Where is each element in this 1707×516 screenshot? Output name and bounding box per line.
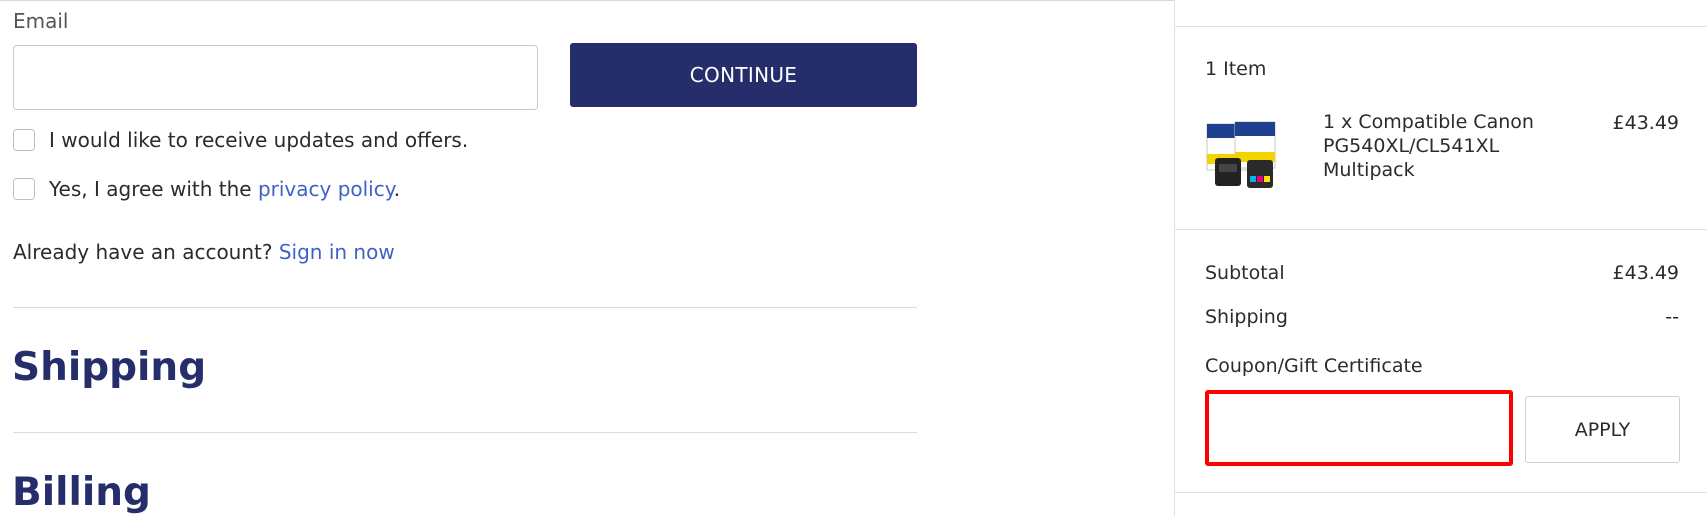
shipping-row: Shipping -- bbox=[1205, 306, 1679, 328]
coupon-label: Coupon/Gift Certificate bbox=[1205, 355, 1423, 377]
shipping-heading: Shipping bbox=[12, 345, 207, 390]
sign-in-link[interactable]: Sign in now bbox=[279, 240, 395, 264]
privacy-label: Yes, I agree with the privacy policy. bbox=[49, 177, 400, 201]
account-prefix: Already have an account? bbox=[13, 240, 279, 264]
items-count: 1 Item bbox=[1205, 58, 1267, 80]
updates-checkbox[interactable] bbox=[13, 129, 35, 151]
continue-button[interactable]: CONTINUE bbox=[570, 43, 917, 107]
ink-cartridge-multipack-image bbox=[1206, 121, 1276, 188]
email-field[interactable] bbox=[13, 45, 538, 110]
top-divider bbox=[0, 0, 1175, 1]
coupon-input[interactable] bbox=[1205, 390, 1513, 466]
section-divider bbox=[13, 307, 917, 308]
product-name: 1 x Compatible Canon PG540XL/CL541XL Mul… bbox=[1323, 111, 1534, 181]
summary-divider bbox=[1175, 26, 1707, 27]
privacy-policy-link[interactable]: privacy policy bbox=[258, 177, 394, 201]
shipping-value: -- bbox=[1665, 306, 1679, 328]
subtotal-value: £43.49 bbox=[1612, 262, 1679, 284]
summary-divider bbox=[1175, 492, 1707, 493]
sign-in-prompt: Already have an account? Sign in now bbox=[13, 240, 395, 264]
summary-divider bbox=[1175, 229, 1707, 230]
email-label: Email bbox=[13, 9, 69, 33]
subtotal-label: Subtotal bbox=[1205, 262, 1285, 284]
billing-heading: Billing bbox=[12, 470, 151, 515]
subtotal-row: Subtotal £43.49 bbox=[1205, 262, 1679, 284]
order-summary: 1 Item 1 x Compatible Canon PG540XL/CL54… bbox=[1174, 0, 1707, 516]
shipping-label: Shipping bbox=[1205, 306, 1288, 328]
product-price: £43.49 bbox=[1612, 112, 1679, 134]
updates-option: I would like to receive updates and offe… bbox=[13, 128, 468, 152]
privacy-suffix: . bbox=[393, 177, 401, 201]
privacy-prefix: Yes, I agree with the bbox=[49, 177, 258, 201]
updates-label: I would like to receive updates and offe… bbox=[49, 128, 469, 152]
privacy-option: Yes, I agree with the privacy policy. bbox=[13, 177, 400, 201]
checkout-page: Email CONTINUE I would like to receive u… bbox=[0, 0, 1707, 516]
apply-coupon-button[interactable]: APPLY bbox=[1525, 396, 1680, 463]
section-divider bbox=[13, 432, 917, 433]
privacy-checkbox[interactable] bbox=[13, 178, 35, 200]
